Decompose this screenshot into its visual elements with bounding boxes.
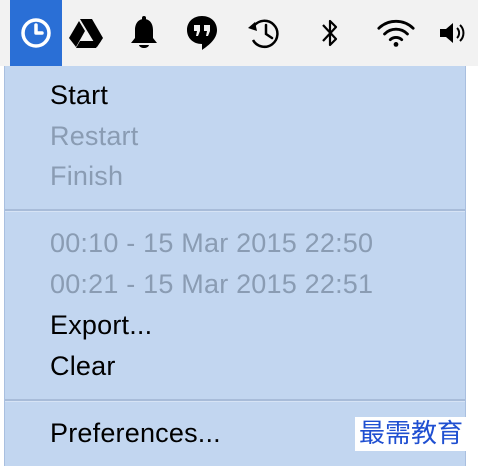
notifications-button[interactable]	[124, 10, 164, 56]
watermark-text: 最需教育	[355, 417, 468, 451]
menu-bar	[0, 0, 478, 66]
google-drive-icon	[69, 19, 103, 48]
hangouts-icon	[187, 16, 217, 50]
wifi-icon	[377, 19, 415, 47]
menu-item-finish: Finish	[50, 161, 124, 191]
volume-icon	[440, 23, 465, 43]
menu-item-start[interactable]: Start	[50, 78, 108, 112]
hangouts-button[interactable]	[182, 10, 222, 56]
dropdown-menu: Start Restart Finish 00:10 - 15 Mar 2015…	[4, 66, 466, 466]
google-drive-button[interactable]	[66, 10, 106, 56]
menu-separator	[5, 399, 465, 402]
time-machine-icon	[248, 19, 279, 49]
clock-icon	[21, 18, 51, 48]
menu-item-history: 00:10 - 15 Mar 2015 22:50	[50, 228, 374, 258]
bluetooth-icon	[322, 19, 338, 47]
bluetooth-button[interactable]	[310, 10, 350, 56]
menu-item-history: 00:21 - 15 Mar 2015 22:51	[50, 269, 374, 299]
menu-item-restart: Restart	[50, 121, 139, 151]
menu-item-clear[interactable]: Clear	[50, 349, 116, 383]
menu-item-export[interactable]: Export...	[50, 308, 152, 342]
menu-separator	[5, 209, 465, 212]
menu-item-preferences[interactable]: Preferences...	[50, 416, 221, 450]
bell-icon	[131, 16, 157, 48]
time-machine-button[interactable]	[244, 10, 284, 56]
clock-menu-button[interactable]	[10, 0, 62, 66]
wifi-button[interactable]	[376, 10, 416, 56]
screen: Start Restart Finish 00:10 - 15 Mar 2015…	[0, 0, 478, 466]
volume-button[interactable]	[436, 10, 470, 56]
